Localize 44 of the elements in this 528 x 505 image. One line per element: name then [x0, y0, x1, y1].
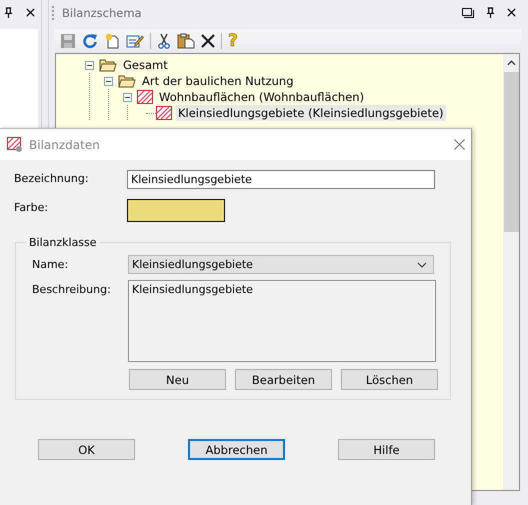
dialog-title: Bilanzdaten: [29, 138, 100, 152]
field-label: Bezeichnung:: [14, 171, 90, 185]
tree-item[interactable]: Gesamt: [121, 57, 170, 73]
group-title: Bilanzklasse: [28, 236, 98, 249]
close-icon[interactable]: [507, 8, 516, 17]
scroll-up-icon[interactable]: [506, 60, 516, 66]
save-icon[interactable]: [60, 33, 76, 49]
folder-icon: [118, 74, 136, 88]
edit-icon[interactable]: [126, 33, 144, 49]
tree-item[interactable]: Art der baulichen Nutzung: [140, 73, 296, 89]
panel-title: Bilanzschema: [62, 6, 142, 20]
folder-icon: [99, 58, 117, 72]
dialog-button[interactable]: Abbrechen: [188, 439, 285, 460]
field-label: Farbe:: [14, 200, 50, 214]
refresh-icon[interactable]: [82, 33, 98, 49]
dropdown[interactable]: Kleinsiedlungsgebiete: [128, 255, 434, 274]
color-swatch[interactable]: [127, 199, 225, 222]
chevron-down-icon: [417, 262, 427, 268]
collapse-toggle[interactable]: [123, 92, 132, 102]
text-area[interactable]: Kleinsiedlungsgebiete: [128, 280, 436, 362]
new-page-icon[interactable]: [104, 33, 120, 49]
pin-icon[interactable]: [4, 7, 13, 18]
dialog-button[interactable]: Löschen: [341, 369, 438, 390]
field-label: Beschreibung:: [32, 282, 112, 296]
paste-icon[interactable]: [177, 33, 195, 49]
dialog-button[interactable]: Hilfe: [338, 439, 435, 460]
dialog-button[interactable]: OK: [38, 439, 135, 460]
maximize-icon[interactable]: [462, 8, 474, 18]
close-icon[interactable]: [26, 8, 35, 17]
collapse-toggle[interactable]: [85, 60, 94, 70]
pin-icon[interactable]: [486, 7, 495, 18]
tree-item[interactable]: Kleinsiedlungsgebiete (Kleinsiedlungsgebiete): [176, 105, 446, 121]
tree-item[interactable]: Wohnbauflächen (Wohnbauflächen): [157, 89, 366, 105]
delete-icon[interactable]: [201, 34, 215, 48]
input-field[interactable]: Kleinsiedlungsgebiete: [127, 170, 435, 189]
hatched-square-icon: [137, 90, 153, 104]
hatched-square-icon: [7, 136, 23, 152]
field-label: Name:: [32, 257, 70, 271]
cut-icon[interactable]: [157, 33, 171, 49]
scrollbar[interactable]: [503, 54, 519, 490]
dialog-button[interactable]: Neu: [129, 369, 226, 390]
dialog-button[interactable]: Bearbeiten: [235, 369, 332, 390]
collapse-toggle[interactable]: [104, 76, 113, 86]
hatched-square-icon: [156, 106, 172, 120]
